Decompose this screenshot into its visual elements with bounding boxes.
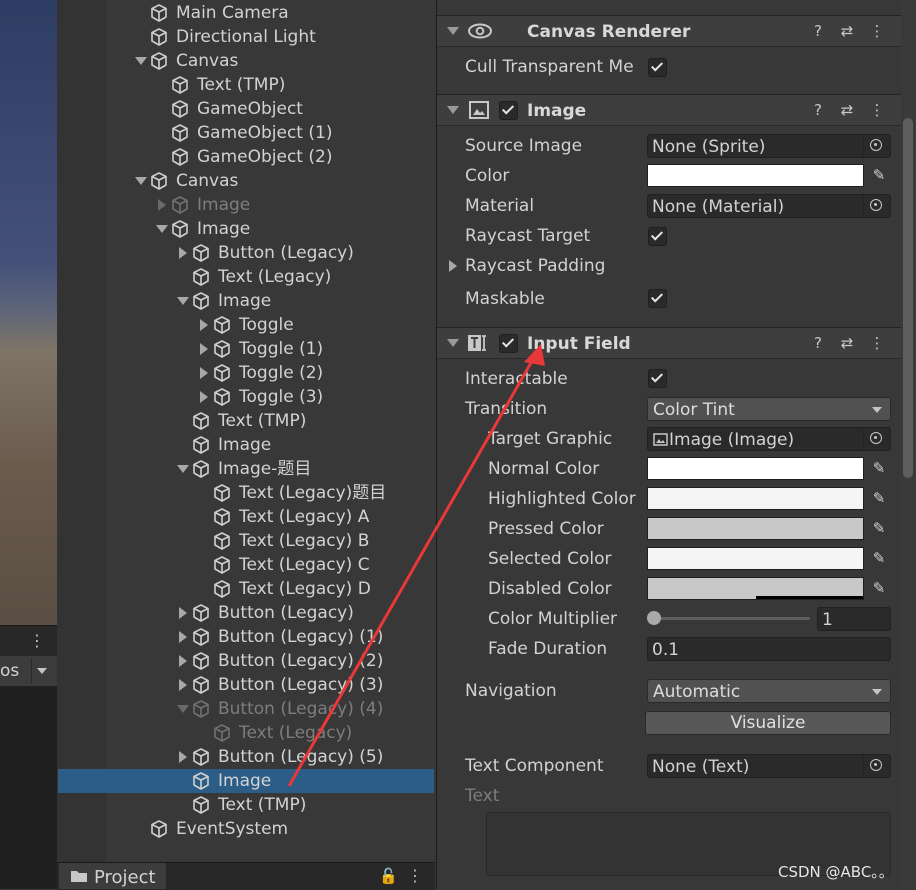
watermark-text: CSDN @ABC。。 xyxy=(778,863,894,881)
annotation-arrow xyxy=(287,344,545,787)
